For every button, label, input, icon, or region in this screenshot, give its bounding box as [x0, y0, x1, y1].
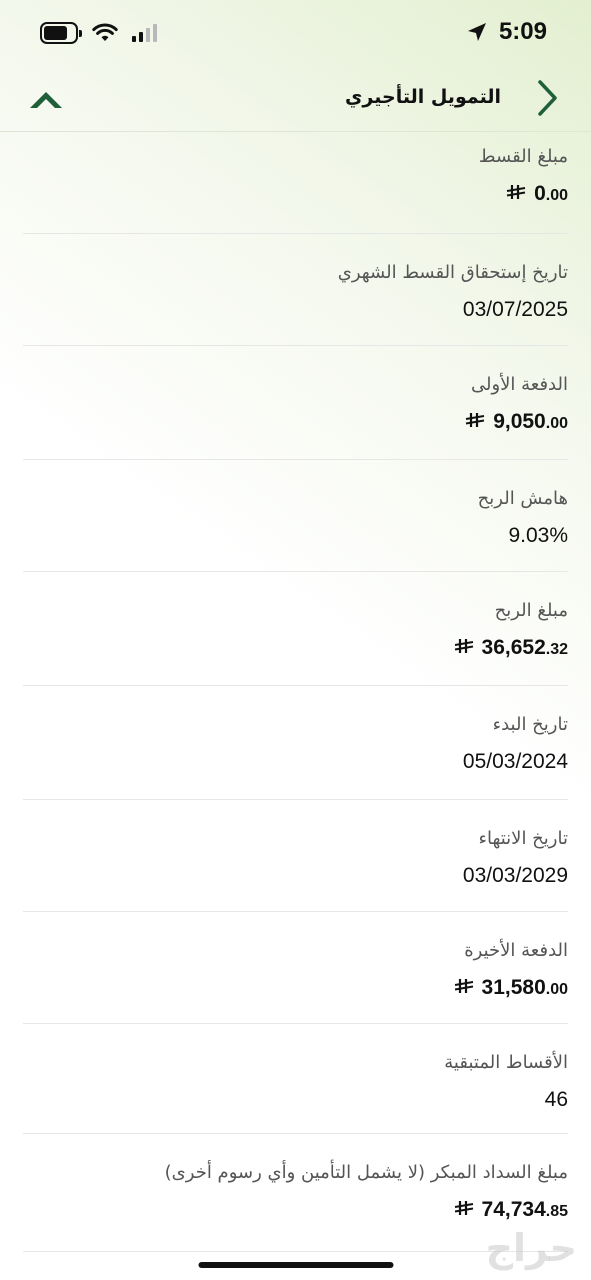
detail-label: هامش الربح: [477, 488, 568, 509]
riyal-symbol-icon: [454, 1201, 473, 1215]
detail-row: تاريخ الانتهاء 03/03/2029: [23, 800, 568, 912]
status-right: 5:09: [467, 18, 547, 46]
amount-text: 31,580.00: [481, 976, 568, 999]
detail-row: هامش الربح 9.03%: [23, 460, 568, 572]
amount-text: 74,734.85: [481, 1198, 568, 1221]
detail-amount: 9,050.00: [465, 410, 568, 434]
detail-row: الأقساط المتبقية 46: [23, 1024, 568, 1134]
detail-label: مبلغ القسط: [478, 146, 568, 167]
detail-label: مبلغ الربح: [494, 600, 568, 621]
riyal-symbol-icon: [466, 413, 485, 427]
watermark-logo: حراج: [485, 1226, 577, 1270]
wifi-icon: [92, 23, 118, 41]
amount-text: 9,050.00: [493, 410, 568, 433]
detail-row: الدفعة الأخيرة 31,580.00: [23, 912, 568, 1024]
signal-icon: [132, 24, 157, 42]
riyal-symbol-icon: [454, 979, 473, 993]
detail-value: 05/03/2024: [462, 750, 568, 773]
status-bar: 5:09: [0, 0, 591, 70]
chevron-right-icon[interactable]: [533, 78, 561, 118]
amount-text: 0.00: [534, 182, 568, 205]
nav-bar: التمويل التأجيري: [0, 70, 591, 132]
riyal-symbol-icon: [506, 185, 526, 199]
detail-amount: 74,734.85: [454, 1198, 568, 1222]
amount-text: 36,652.32: [481, 636, 568, 659]
status-left: [40, 22, 157, 44]
riyal-symbol-icon: [454, 639, 473, 653]
detail-label: الدفعة الأولى: [470, 374, 568, 395]
detail-row: تاريخ البدء 05/03/2024: [23, 686, 568, 800]
battery-level-fill: [44, 26, 67, 40]
detail-label: الأقساط المتبقية: [444, 1052, 568, 1073]
detail-label: تاريخ البدء: [492, 714, 568, 735]
home-indicator[interactable]: [198, 1262, 393, 1268]
detail-label: تاريخ الانتهاء: [478, 828, 569, 849]
detail-label: مبلغ السداد المبكر (لا يشمل التأمين وأي …: [164, 1162, 568, 1183]
detail-value: 46: [544, 1088, 568, 1111]
detail-value: 03/03/2029: [462, 864, 568, 887]
page-title: التمويل التأجيري: [345, 86, 501, 108]
detail-label: تاريخ إستحقاق القسط الشهري: [337, 262, 568, 283]
detail-amount: 36,652.32: [454, 636, 568, 660]
detail-value: 03/07/2025: [462, 298, 568, 321]
chevron-up-icon[interactable]: [26, 84, 66, 114]
detail-row: مبلغ القسط 0.00: [23, 132, 568, 234]
detail-value: 9.03%: [508, 524, 568, 547]
detail-row: تاريخ إستحقاق القسط الشهري 03/07/2025: [23, 234, 568, 346]
details-list: مبلغ القسط 0.00 تاريخ إستحقاق القسط الشهري…: [0, 132, 591, 1252]
detail-row: مبلغ الربح 36,652.32: [23, 572, 568, 686]
status-time: 5:09: [498, 18, 547, 45]
detail-amount: 31,580.00: [454, 976, 568, 1000]
location-arrow-icon: [467, 23, 486, 41]
battery-icon: [40, 22, 82, 44]
detail-row: الدفعة الأولى 9,050.00: [23, 346, 568, 460]
detail-amount: 0.00: [506, 182, 568, 206]
detail-label: الدفعة الأخيرة: [464, 940, 568, 961]
